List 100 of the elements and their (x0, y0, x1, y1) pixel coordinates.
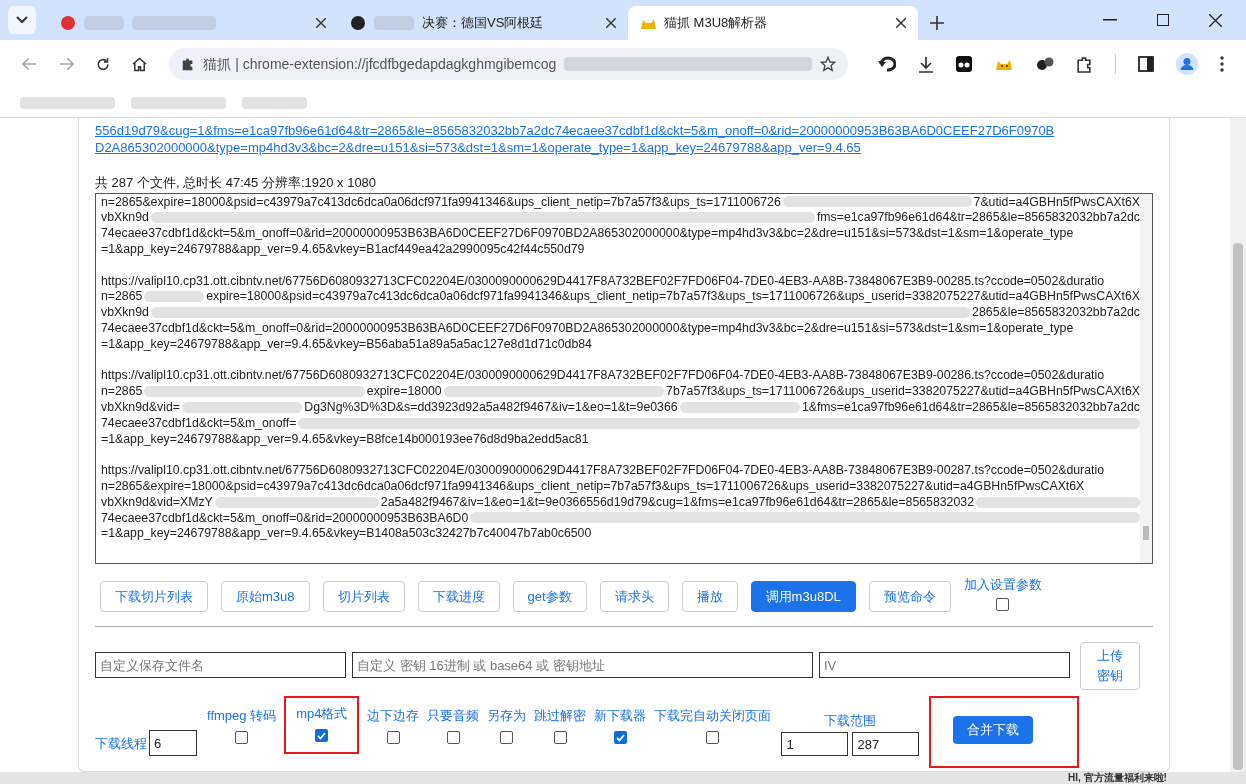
range-end-field[interactable]: 287 (852, 732, 920, 756)
playlist-text: =1&app_key=24679788&app_ver=9.4.65&vkey=B1acf449ea42a2990095c42f44c550d79 (101, 241, 585, 259)
thread-count-field[interactable]: 6 (149, 730, 197, 756)
playlist-text: 7&utid=a4GBHn5fPwsCAXt6X (973, 194, 1140, 211)
text-field[interactable]: 自定义 密钥 16进制 或 base64 或 密钥地址 (352, 652, 813, 678)
option-label: 只要音频 (427, 706, 480, 725)
playlist-text: vbXkn9d&vid= (101, 399, 180, 417)
redaction-mark (144, 291, 205, 303)
browser-tab[interactable]: 猫抓 M3U8解析器 (628, 6, 918, 40)
playlist-text: vbXkn9d (101, 304, 149, 322)
playlist-text: n=2865&expire=18000&psid=c43979a7c413dc6dca0a06dcf971fa9941346&ups_client_netip=7b7a57f3&ups_ts=1711006726&ups_userid=3382075227&utid=a4GBHn5fPwsCAXt6X (101, 478, 1085, 496)
redaction-mark (374, 16, 414, 30)
action-button[interactable]: 请求头 (599, 581, 669, 612)
background-banner-text: HI, 官方流量福利来啦! (1068, 772, 1167, 784)
text-field[interactable]: 自定义保存文件名 (95, 652, 346, 678)
star-icon[interactable] (820, 56, 836, 72)
playlist-text: =1&app_key=24679788&app_ver=9.4.65&vkey=B56aba51a89a5a5ac127e8d1d71c0db84 (101, 335, 592, 353)
playlist-text: https://valipl10.cp31.ott.cibntv.net/67756D6080932713CFC02204E/0300090000629D4417F8A732BEF02F7FD06F04-7DE0-4EB3-AA8B-73848067E3B9-00285.ts?ccode=0502&duratio (101, 272, 1105, 290)
profile-icon[interactable] (1176, 53, 1198, 75)
playlist-text: n=2865 (101, 383, 143, 401)
option-label: 另存为 (487, 706, 527, 725)
chevron-down-icon (16, 16, 28, 24)
checkbox[interactable] (500, 731, 514, 744)
reload-icon[interactable] (96, 56, 111, 72)
checkbox[interactable] (553, 731, 567, 744)
option-label: ffmpeg 转码 (207, 706, 277, 725)
address-bar[interactable]: 猫抓 | chrome-extension://jfcdfbgedapdagkghmgibemcog (169, 48, 848, 80)
site-icon (350, 15, 366, 31)
url-link[interactable]: D2A865302000000&type=mp4hd3v3&bc=2&dre=u151&si=573&dst=1&sm=1&operate_type=1&app_key=24679788&app_ver=9.4.65 (95, 139, 861, 156)
playlist-text: n=2865&expire=18000&psid=c43979a7c413dc6dca0a06dcf971fa9941346&ups_client_netip=7b7a57f3&ups_ts=1711006726 (101, 194, 781, 211)
playlist-text: 74ecaee37cdbf1d&ckt=5&m_onoff= (101, 414, 297, 432)
tab-title: 决赛：德国VS阿根廷 (422, 14, 544, 33)
close-icon[interactable] (316, 18, 326, 28)
option-label: 新下载器 (594, 706, 647, 725)
upload-key-button[interactable]: 上传密钥 (1080, 642, 1140, 690)
redaction-mark (84, 16, 124, 30)
checkbox[interactable] (996, 597, 1010, 611)
playlist-text: 1&fms=e1ca97fb96e61d64&tr=2865&le=8565832032bb7a2dc (801, 399, 1140, 417)
range-start-field[interactable]: 1 (781, 732, 849, 756)
checkbox[interactable] (446, 731, 460, 744)
scrollbar[interactable] (1230, 118, 1246, 772)
playlist-text: 74ecaee37cdbf1d&ckt=5&m_onoff=0&rid=20000000953B63BA6D0CEEF27D6F0970BD2A865302000000&type=mp4hd3v3&bc=2&dre=u151&si=573&dst=1&sm=1&operate_type (101, 225, 1074, 243)
action-button[interactable]: 播放 (681, 581, 738, 612)
checkbox[interactable] (706, 731, 720, 744)
undo-icon[interactable] (878, 56, 896, 72)
action-button[interactable]: get参数 (512, 581, 587, 612)
scrollbar[interactable] (1140, 194, 1152, 563)
merge-download-button[interactable]: 合并下载 (953, 716, 1034, 744)
minimize-icon[interactable] (1103, 19, 1117, 21)
browser-tab[interactable]: 决赛：德国VS阿根廷 (338, 6, 628, 40)
option-label: 边下边存 (367, 706, 420, 725)
action-button[interactable]: 预览命令 (868, 581, 951, 612)
option-label: 跳过解密 (534, 706, 587, 725)
action-button[interactable]: 下载切片列表 (100, 581, 208, 612)
option-label: 下载线程 (95, 734, 147, 753)
extension-icon[interactable] (956, 56, 972, 72)
playlist-text: Dg3Ng%3D%3D&s=dd3923d92a5a482f9467&iv=1&eo=1&t=9e0366 (304, 399, 678, 417)
url-link[interactable]: 556d19d79&cug=1&fms=e1ca97fb96e61d64&tr=2865&le=8565832032bb7a2dc74ecaee37cdbf1d&ckt=5&m_onoff=0&rid=20000000953B63BA6D0CEEF27D6F0970B (95, 122, 1055, 139)
redaction-mark (242, 96, 307, 109)
playlist-text: vbXkn9d (101, 209, 149, 227)
circles-icon[interactable] (1036, 56, 1054, 72)
tab-title: 猫抓 M3U8解析器 (664, 14, 768, 33)
playlist-textarea[interactable] (95, 193, 1153, 564)
address-text: 猫抓 | chrome-extension://jfcdfbgedapdagkghmgibemcog (203, 54, 557, 74)
playlist-text: vbXkn9d&vid=XMzY (101, 493, 213, 511)
tab-search-button[interactable] (8, 6, 36, 34)
close-icon[interactable] (1209, 13, 1222, 27)
menu-icon[interactable] (1220, 56, 1224, 72)
playlist-text: =1&app_key=24679788&app_ver=9.4.65&vkey=B8fce14b000193ee76d8d9ba2edd5ac81 (101, 430, 589, 448)
playlist-text: 74ecaee37cdbf1d&ckt=5&m_onoff=0&rid=20000000953B63BA6D0CEEF27D6F0970BD2A865302000000&type=mp4hd3v3&bc=2&dre=u151&si=573&dst=1&sm=1&operate_type (101, 320, 1074, 338)
playlist-text: 7b7a57f3&ups_ts=1711006726&ups_userid=3382075227&utid=a4GBHn5fPwsCAXt6X (666, 383, 1140, 401)
download-icon[interactable] (918, 55, 934, 73)
action-button[interactable]: 原始m3u8 (221, 581, 310, 612)
checkbox[interactable] (235, 731, 249, 744)
option-label: 下载完自动关闭页面 (654, 706, 772, 725)
checkbox[interactable] (315, 729, 329, 742)
action-button[interactable]: 下载进度 (417, 581, 500, 612)
playlist-text: =1&app_key=24679788&app_ver=9.4.65&vkey=B1408a503c32427b7c40047b7ab0c6500 (101, 525, 592, 543)
text-field[interactable]: IV (819, 652, 1070, 678)
side-panel-icon[interactable] (1138, 56, 1154, 72)
site-icon (60, 15, 76, 31)
playlist-text: https://valipl10.cp31.ott.cibntv.net/67756D6080932713CFC02204E/0300090000629D4417F8A732BEF02F7FD06F04-7DE0-4EB3-AA8B-73848067E3B9-00286.ts?ccode=0502&duratio (101, 367, 1105, 385)
checkbox[interactable] (613, 731, 627, 744)
playlist-text: 74ecaee37cdbf1d&ckt=5&m_onoff=0&rid=20000000953B63BA6D0 (101, 509, 469, 527)
puzzle-icon[interactable] (1076, 55, 1093, 73)
action-button[interactable]: 调用m3u8DL (750, 581, 856, 612)
maximize-icon[interactable] (1157, 14, 1169, 26)
file-summary: 共 287 个文件, 总时长 47:45 分辨率:1920 x 1080 (95, 175, 378, 191)
playlist-text: fms=e1ca97fb96e61d64&tr=2865&le=8565832032bb7a2dc (816, 209, 1140, 227)
close-icon[interactable] (606, 18, 616, 28)
checkbox[interactable] (386, 731, 400, 744)
playlist-text: n=2865 (101, 288, 143, 306)
close-icon[interactable] (896, 18, 906, 28)
option-label: mp4格式 (296, 704, 348, 723)
playlist-text: expire=18000&psid=c43979a7c413dc6dca0a06dcf971fa9941346&ups_client_netip=7b7a57f3&ups_ts=1711006726&ups_userid=3382075227&utid=a4GBHn5fPwsCAXt6X (206, 288, 1140, 306)
action-button[interactable]: 切片列表 (322, 581, 405, 612)
playlist-text: https://valipl10.cp31.ott.cibntv.net/67756D6080932713CFC02204E/0300090000629D4417F8A732BEF02F7FD06F04-7DE0-4EB3-AA8B-73848067E3B9-00287.ts?ccode=0502&duratio (101, 462, 1105, 480)
home-icon[interactable] (132, 56, 148, 72)
option-label: 下载范围 (824, 711, 877, 730)
playlist-text: expire=18000 (366, 383, 442, 401)
